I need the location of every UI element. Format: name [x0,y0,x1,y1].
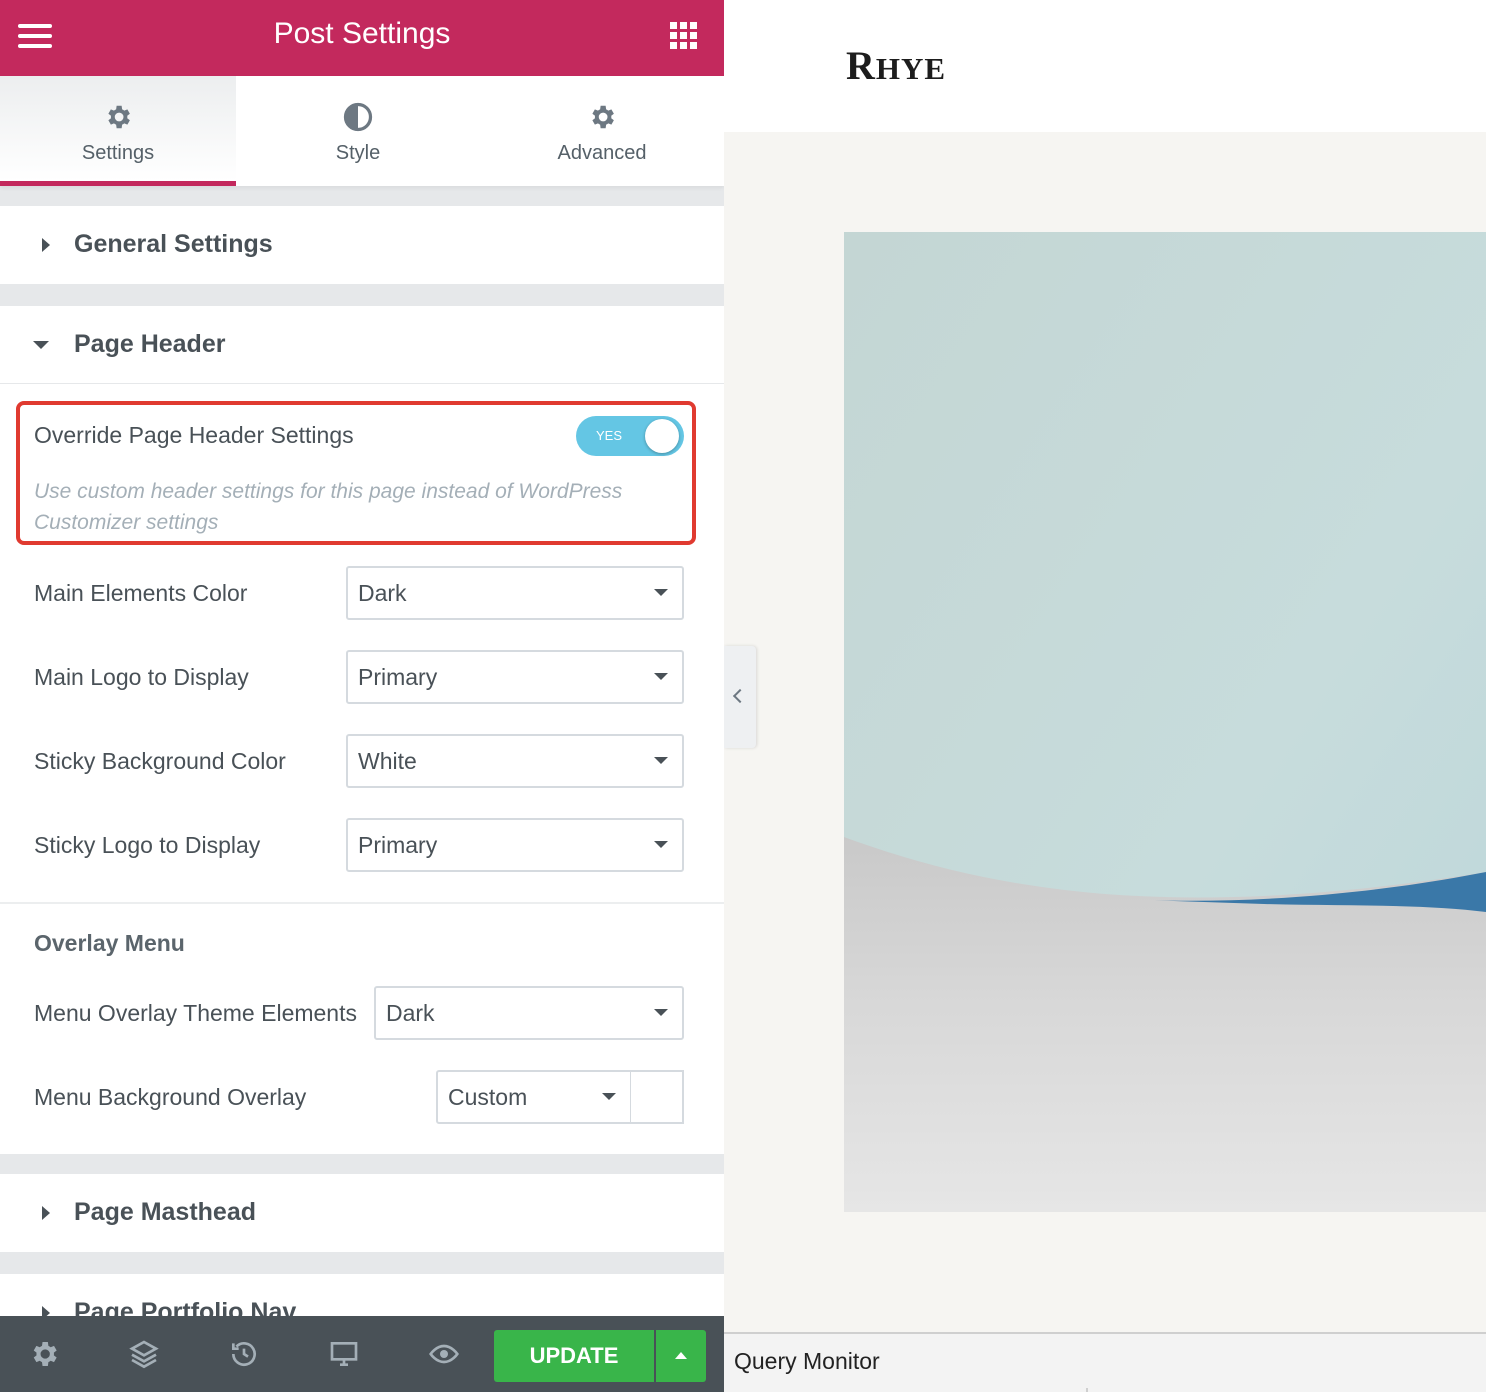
main-logo-label: Main Logo to Display [34,664,249,690]
main-elements-color-label: Main Elements Color [34,580,248,606]
select-value: Custom [448,1084,528,1110]
main-elements-color-select[interactable]: Dark [346,566,684,620]
collapse-panel-button[interactable] [724,646,756,748]
page-preview: RHYE Query Monitor [724,0,1486,1392]
section-general-settings[interactable]: General Settings [0,206,724,284]
tab-advanced-label: Advanced [557,142,647,164]
half-circle-icon [343,102,373,132]
menu-overlay-theme-select[interactable]: Dark [374,986,684,1040]
caret-down-icon [33,341,49,349]
history-icon[interactable] [228,1338,260,1370]
color-picker-swatch[interactable] [630,1070,684,1124]
override-description: Use custom header settings for this page… [34,480,623,534]
menu-overlay-theme-label: Menu Overlay Theme Elements [34,1000,357,1026]
override-label: Override Page Header Settings [34,422,354,448]
select-value: Primary [358,832,438,858]
chevron-down-icon [654,757,668,764]
chevron-down-icon [654,589,668,596]
section-title: General Settings [74,230,273,258]
page-header-toggle[interactable]: Page Header [0,306,724,384]
select-value: Primary [358,664,438,690]
tab-advanced[interactable]: Advanced [480,76,724,186]
tab-style[interactable]: Style [236,76,480,186]
divider [0,902,724,904]
query-monitor-bar: Query Monitor [724,1332,1486,1392]
chevron-down-icon [654,1009,668,1016]
query-monitor-label[interactable]: Query Monitor [734,1348,880,1375]
sticky-background-color-select[interactable]: White [346,734,684,788]
chevron-down-icon [654,841,668,848]
sticky-background-color-label: Sticky Background Color [34,748,286,774]
select-value: White [358,748,417,774]
tab-settings-label: Settings [81,142,155,164]
section-page-masthead[interactable]: Page Masthead [0,1174,724,1252]
gear-icon[interactable] [28,1338,60,1370]
hero-image [844,232,1486,1212]
site-header: RHYE [724,0,1486,132]
layers-icon[interactable] [128,1338,160,1370]
caret-up-icon [675,1352,687,1359]
panel-title: Post Settings [273,17,451,50]
toggle-knob [645,419,679,453]
chevron-down-icon [654,673,668,680]
panel-tabs: Settings Style Advanced [0,76,724,186]
menu-background-overlay-select[interactable]: Custom [436,1070,632,1124]
desktop-icon[interactable] [328,1338,360,1370]
select-value: Dark [358,580,407,606]
site-logo[interactable]: RHYE [846,42,946,89]
main-logo-select[interactable]: Primary [346,650,684,704]
chevron-left-icon [732,688,748,704]
section-title: Page Masthead [74,1198,257,1226]
logo-rest: HYE [875,51,947,86]
panel-header: Post Settings [0,0,724,76]
menu-background-overlay-label: Menu Background Overlay [34,1084,307,1110]
tab-style-label: Style [335,142,381,164]
tab-settings[interactable]: Settings [0,76,236,186]
sticky-logo-select[interactable]: Primary [346,818,684,872]
logo-first-letter: R [846,43,876,88]
eye-icon[interactable] [428,1338,460,1370]
elementor-panel: Post Settings Settings Style Advanced Ge… [0,0,724,1392]
overlay-menu-heading: Overlay Menu [34,930,185,956]
gear-icon [108,105,130,129]
caret-right-icon [42,238,50,252]
section-title: Page Header [74,330,226,358]
panel-footer: UPDATE [0,1316,724,1392]
update-options-button[interactable] [656,1330,706,1382]
update-button[interactable]: UPDATE [494,1330,654,1382]
override-toggle[interactable]: YES [576,416,684,456]
gear-icon [592,105,614,129]
select-value: Dark [386,1000,435,1026]
hamburger-menu-icon[interactable] [18,24,52,48]
divider [1086,1388,1088,1392]
chevron-down-icon [602,1093,616,1100]
caret-right-icon [42,1206,50,1220]
sticky-logo-label: Sticky Logo to Display [34,832,261,858]
widgets-grid-icon[interactable] [670,22,698,50]
toggle-text: YES [596,428,623,443]
